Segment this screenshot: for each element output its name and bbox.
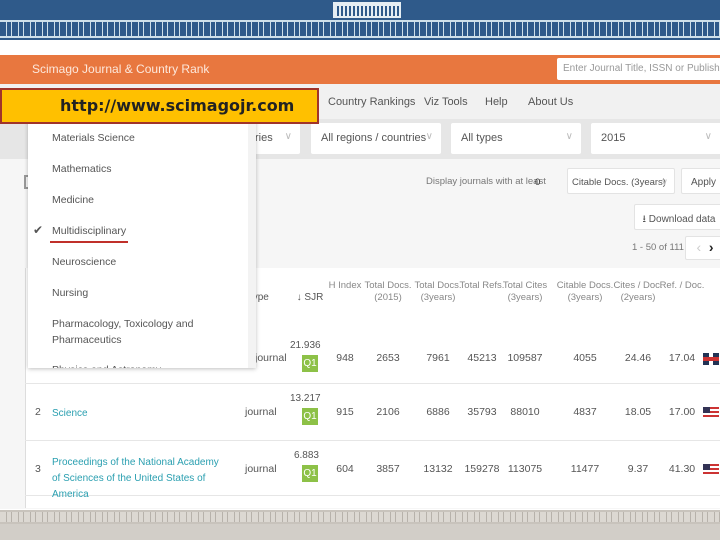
region-value: All regions / countries: [321, 132, 427, 144]
cell-citable3: 11477: [570, 463, 600, 475]
type: journal: [245, 463, 277, 475]
flag-us-icon: [703, 407, 719, 419]
year-value: 2015: [601, 132, 626, 144]
column-header[interactable]: ↓ SJR: [280, 292, 340, 304]
next-page-icon[interactable]: ›: [709, 239, 714, 255]
column-header[interactable]: Ref. / Doc.: [652, 280, 712, 292]
type-select[interactable]: All types ∨: [451, 123, 581, 154]
chevron-down-icon: ∨: [704, 131, 712, 142]
display-value-input[interactable]: 0: [535, 177, 540, 188]
cell-citable3: 4055: [573, 352, 597, 364]
sjr-value: 21.936: [290, 340, 321, 351]
category-dropdown: Materials Science Mathematics Medicine Mult…: [28, 119, 256, 368]
site-brand[interactable]: Scimago Journal & Country Rank: [32, 62, 209, 76]
dropdown-item[interactable]: Mathematics: [52, 161, 242, 177]
cell-citable3: 4837: [573, 406, 597, 418]
dropdown-item[interactable]: Nursing: [52, 285, 242, 301]
chevron-down-icon: ∨: [565, 131, 573, 142]
cell-cites3: 88010: [510, 406, 540, 418]
nav-country-rankings[interactable]: Country Rankings: [328, 96, 415, 108]
download-label: Download data: [648, 214, 716, 225]
sjr-value: 6.883: [293, 450, 319, 461]
sjr-value: 13.217: [290, 393, 321, 404]
pagination-text: 1 - 50 of 111: [632, 242, 684, 253]
slide-footer: [0, 524, 720, 540]
url-callout: http://www.scimagojr.com: [0, 88, 319, 124]
apply-button[interactable]: Apply: [681, 168, 720, 194]
column-header[interactable]: Total Cites (3years): [495, 280, 555, 304]
rank: 2: [35, 406, 41, 418]
flag-us-icon: [703, 464, 719, 476]
citable-docs-select[interactable]: Citable Docs. (3years) ∨: [567, 168, 675, 194]
journal-title-link[interactable]: Proceedings of the National Academy of S…: [52, 455, 222, 503]
dropdown-scrollbar[interactable]: [248, 119, 256, 368]
display-label: Display journals with at least: [426, 176, 546, 187]
search-input[interactable]: Enter Journal Title, ISSN or Publisher N…: [557, 58, 720, 80]
dropdown-item[interactable]: Multidisciplinary: [52, 223, 242, 239]
type: journal: [255, 352, 287, 364]
flag-uk-icon: [703, 353, 719, 365]
type: journal: [245, 406, 277, 418]
dropdown-item[interactable]: Neuroscience: [52, 254, 242, 270]
journal-title-link[interactable]: Science: [52, 406, 222, 422]
region-select[interactable]: All regions / countries ∨: [311, 123, 441, 154]
pagination-buttons: ‹ ›: [685, 236, 720, 260]
dropdown-item[interactable]: Materials Science: [52, 130, 242, 146]
selected-underline: [50, 241, 128, 243]
cell-cites3: 109587: [507, 352, 543, 364]
cell-cites3: 113075: [507, 463, 543, 475]
nav-about-us[interactable]: About Us: [528, 96, 573, 108]
row-divider: [25, 383, 720, 384]
greek-key-border-footer: [0, 510, 720, 524]
prev-page-icon[interactable]: ‹: [696, 239, 701, 255]
chevron-down-icon: ∨: [425, 131, 433, 142]
chevron-down-icon: ∨: [661, 177, 668, 188]
rank: 3: [35, 463, 41, 475]
nav-help[interactable]: Help: [485, 96, 508, 108]
checkmark-icon: ✔: [33, 223, 44, 237]
building-logo-icon: [333, 2, 401, 18]
greek-key-border: [0, 20, 720, 38]
citable-docs-value: Citable Docs. (3years): [572, 177, 666, 188]
type-value: All types: [461, 132, 503, 144]
row-divider: [25, 440, 720, 441]
dropdown-item[interactable]: Medicine: [52, 192, 242, 208]
nav-viz-tools[interactable]: Viz Tools: [424, 96, 468, 108]
column-header[interactable]: Citable Docs. (3years): [555, 280, 615, 304]
year-select[interactable]: 2015 ∨: [591, 123, 720, 154]
dropdown-item[interactable]: Pharmacology, Toxicology and Pharmaceuti…: [52, 316, 242, 348]
chevron-down-icon: ∨: [284, 131, 292, 142]
dropdown-item[interactable]: Physics and Astronomy: [52, 362, 242, 368]
download-data-button[interactable]: ⭳ Download data: [634, 204, 720, 230]
